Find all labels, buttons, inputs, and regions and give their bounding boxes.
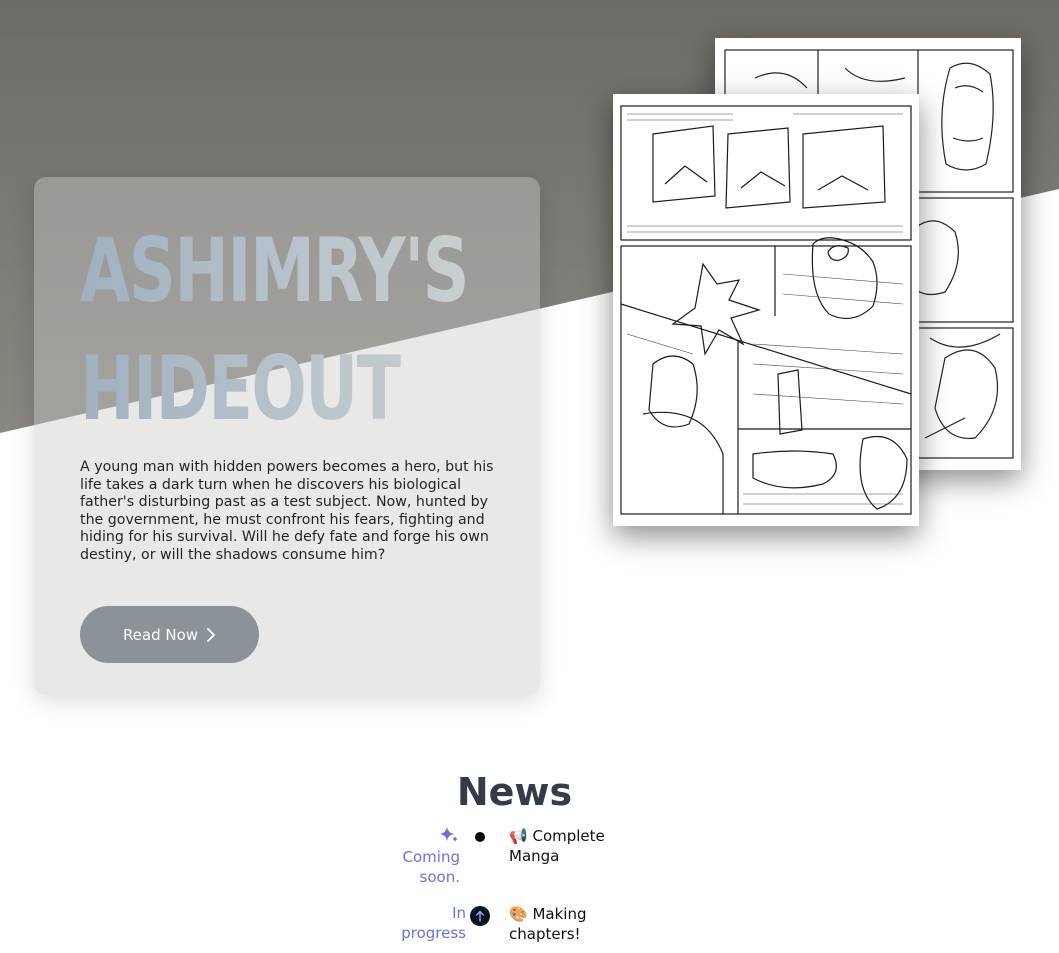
hero-title-line2: HIDEOUT	[80, 337, 400, 440]
chevron-right-icon	[207, 627, 215, 642]
hero-title: ASHIMRY'S HIDEOUT	[80, 212, 524, 448]
read-now-button[interactable]: Read Now	[80, 606, 259, 663]
manga-page-front	[613, 94, 919, 526]
news-item-1-text: 📢 Complete Manga	[509, 826, 619, 866]
news-title: News	[456, 770, 573, 814]
palette-icon: 🎨	[509, 905, 528, 923]
arrow-up-glyph	[475, 910, 485, 922]
news-item-2-text: 🎨 Making chapters!	[509, 904, 619, 944]
timeline-dot	[475, 832, 485, 842]
read-now-label: Read Now	[122, 625, 199, 644]
hero-description: A young man with hidden powers becomes a…	[80, 459, 494, 563]
megaphone-icon: 📢	[509, 827, 528, 845]
news-item-1-status: Coming soon.	[402, 848, 460, 886]
manga-page-front-art	[620, 105, 912, 515]
arrow-up-icon	[470, 906, 490, 926]
sparkles-icon	[440, 827, 458, 842]
news-item-2-status: In progress	[401, 904, 466, 942]
hero-title-line1: ASHIMRY'S	[80, 219, 469, 322]
